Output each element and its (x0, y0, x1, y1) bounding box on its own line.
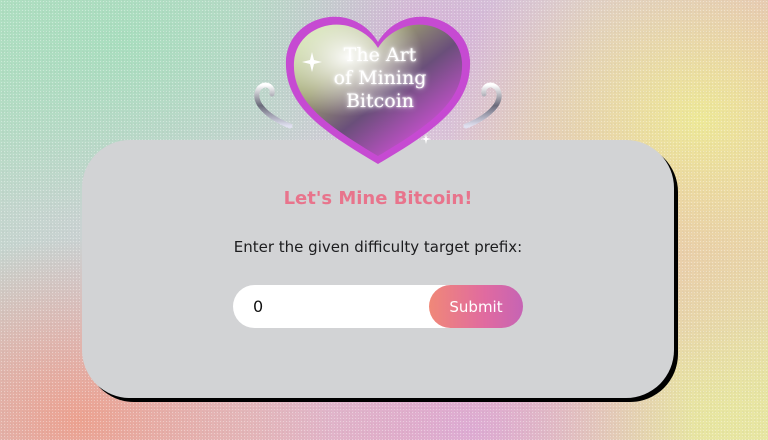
difficulty-input[interactable] (233, 285, 453, 328)
logo-line-3: Bitcoin (345, 90, 415, 112)
logo-text: The Art of Mining Bitcoin (310, 44, 450, 113)
logo-line-1: The Art (343, 44, 417, 66)
submit-button[interactable]: Submit (429, 285, 523, 328)
mining-card: Let's Mine Bitcoin! Enter the given diff… (82, 140, 674, 398)
card-title: Let's Mine Bitcoin! (283, 188, 473, 209)
difficulty-prompt: Enter the given difficulty target prefix… (233, 238, 523, 256)
logo-line-2: of Mining (333, 67, 427, 89)
logo: The Art of Mining Bitcoin (250, 8, 506, 170)
difficulty-form: Submit (233, 285, 523, 328)
